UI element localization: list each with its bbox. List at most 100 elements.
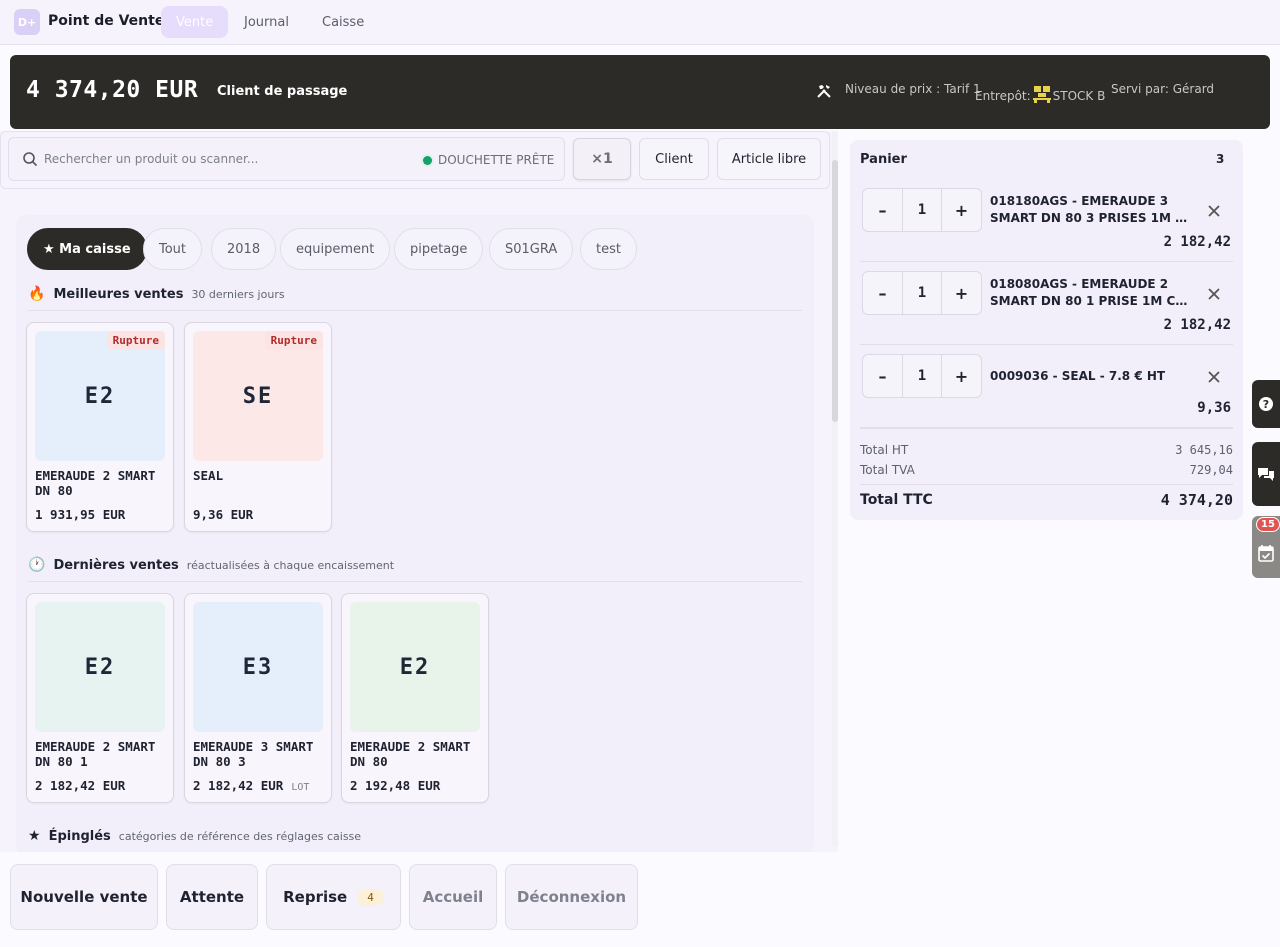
star-icon: ★ (28, 828, 41, 844)
warehouse[interactable]: Entrepôt: STOCK B (975, 85, 1105, 103)
logout-button[interactable]: Déconnexion (505, 864, 638, 930)
quantity-stepper: – 1 + (862, 188, 982, 232)
divider (28, 581, 802, 582)
client-button[interactable]: Client (639, 138, 709, 180)
price-level: Niveau de prix : Tarif 1 (845, 82, 981, 96)
product-card[interactable]: E3 EMERAUDE 3 SMART DN 80 3 2 182,42 EUR… (184, 593, 332, 803)
close-icon[interactable] (1206, 286, 1222, 302)
home-button[interactable]: Accueil (409, 864, 497, 930)
app-logo: D+ (14, 9, 40, 35)
total-ttc-label: Total TTC (860, 492, 933, 508)
category-all[interactable]: Tout (143, 228, 203, 270)
increment-button[interactable]: + (942, 272, 981, 314)
client-name[interactable]: Client de passage (217, 84, 347, 99)
cart-item-price: 2 182,42 (1163, 317, 1231, 333)
category-equipement[interactable]: equipement (280, 228, 391, 270)
close-icon[interactable] (1206, 203, 1222, 219)
divider (28, 310, 802, 311)
cart-item-name: 018080AGS - EMERAUDE 2 SMART DN 80 1 PRI… (990, 277, 1194, 308)
product-thumbnail: SE (193, 331, 323, 461)
product-thumbnail: E2 (35, 602, 165, 732)
product-thumbnail: E2 (350, 602, 480, 732)
product-name: SEAL (193, 468, 224, 483)
product-price: 2 192,48 EUR (350, 778, 441, 793)
best-sellers-heading: 🔥 Meilleures ventes 30 derniers jours (28, 286, 285, 302)
cart-item-name: 018180AGS - EMERAUDE 3 SMART DN 80 3 PRI… (990, 194, 1194, 225)
out-of-stock-badge: Rupture (106, 331, 165, 350)
category-test[interactable]: test (580, 228, 637, 270)
served-by[interactable]: Servi par: Gérard (1111, 82, 1214, 96)
chat-icon (1258, 468, 1274, 481)
quantity-multiplier-button[interactable]: ×1 (573, 138, 631, 180)
scanner-status: DOUCHETTE PRÊTE (423, 153, 554, 167)
total-tva-value: 729,04 (1189, 463, 1233, 477)
resume-button[interactable]: Reprise 4 (266, 864, 401, 930)
hold-button[interactable]: Attente (166, 864, 258, 930)
search-input[interactable] (44, 146, 404, 172)
close-icon[interactable] (1206, 369, 1222, 385)
free-item-button[interactable]: Article libre (717, 138, 821, 180)
sale-total: 4 374,20 EUR (26, 77, 199, 103)
tab-vente[interactable]: Vente (161, 6, 229, 38)
total-ht-value: 3 645,16 (1175, 443, 1233, 457)
product-card[interactable]: SE Rupture SEAL 9,36 EUR (184, 322, 332, 532)
top-nav: D+ Point de Vente Vente Journal Caisse (0, 0, 1280, 45)
tasks-count-badge: 15 (1256, 517, 1280, 532)
category-my-register[interactable]: ★ Ma caisse (27, 228, 147, 270)
chat-button[interactable] (1252, 442, 1280, 506)
cart-item-price: 9,36 (1197, 400, 1231, 416)
tab-caisse[interactable]: Caisse (307, 6, 379, 38)
divider (860, 261, 1233, 262)
product-name: EMERAUDE 3 SMART DN 80 3 (193, 739, 314, 769)
product-name: EMERAUDE 2 SMART DN 80 1 (35, 739, 156, 769)
increment-button[interactable]: + (942, 355, 981, 397)
out-of-stock-badge: Rupture (264, 331, 323, 350)
product-price: 2 182,42 EUR (35, 778, 126, 793)
category-2018[interactable]: 2018 (211, 228, 277, 270)
scrollbar-thumb[interactable] (832, 160, 838, 422)
product-name: EMERAUDE 2 SMART DN 80 (35, 468, 156, 498)
cart-count: 3 (1216, 152, 1225, 166)
total-tva-label: Total TVA (860, 463, 915, 477)
new-sale-button[interactable]: Nouvelle vente (10, 864, 158, 930)
pinned-heading: ★ Épinglés catégories de référence des r… (28, 828, 362, 844)
decrement-button[interactable]: – (863, 355, 902, 397)
status-dot-icon (423, 155, 432, 165)
cart-title: Panier (860, 152, 907, 167)
increment-button[interactable]: + (942, 189, 981, 231)
help-icon: ? (1259, 397, 1273, 411)
svg-text:?: ? (1263, 398, 1269, 411)
recent-sales-heading: 🕐 Dernières ventes réactualisées à chaqu… (28, 557, 395, 573)
product-card[interactable]: E2 EMERAUDE 2 SMART DN 80 1 2 182,42 EUR (26, 593, 174, 803)
tab-journal[interactable]: Journal (229, 6, 304, 38)
resume-count-badge: 4 (357, 888, 384, 906)
calendar-check-icon (1258, 545, 1274, 562)
product-card[interactable]: E2 Rupture EMERAUDE 2 SMART DN 80 1 931,… (26, 322, 174, 532)
pallet-icon (1032, 86, 1051, 103)
decrement-button[interactable]: – (863, 189, 902, 231)
quantity-value[interactable]: 1 (902, 189, 942, 231)
divider (860, 344, 1233, 345)
cart-item-name: 0009036 - SEAL - 7.8 € HT (990, 369, 1166, 383)
fire-icon: 🔥 (28, 286, 46, 302)
product-thumbnail: E3 (193, 602, 323, 732)
app-title: Point de Vente (48, 13, 165, 29)
quantity-value[interactable]: 1 (902, 272, 942, 314)
product-card[interactable]: E2 EMERAUDE 2 SMART DN 80 2 192,48 EUR (341, 593, 489, 803)
divider (860, 427, 1233, 429)
quantity-stepper: – 1 + (862, 354, 982, 398)
product-thumbnail: E2 (35, 331, 165, 461)
category-s01gra[interactable]: S01GRA (489, 228, 574, 270)
total-ht-label: Total HT (860, 443, 909, 457)
product-price: 2 182,42 EUR LOT (193, 778, 310, 793)
product-name: EMERAUDE 2 SMART DN 80 (350, 739, 471, 769)
quantity-value[interactable]: 1 (902, 355, 942, 397)
sale-header: 4 374,20 EUR Client de passage Niveau de… (10, 55, 1270, 129)
category-pipetage[interactable]: pipetage (394, 228, 484, 270)
tools-icon[interactable] (816, 83, 832, 99)
decrement-button[interactable]: – (863, 272, 902, 314)
product-price: 1 931,95 EUR (35, 507, 126, 522)
help-button[interactable]: ? (1252, 380, 1280, 428)
divider (860, 484, 1233, 485)
total-ttc-value: 4 374,20 (1160, 491, 1233, 509)
